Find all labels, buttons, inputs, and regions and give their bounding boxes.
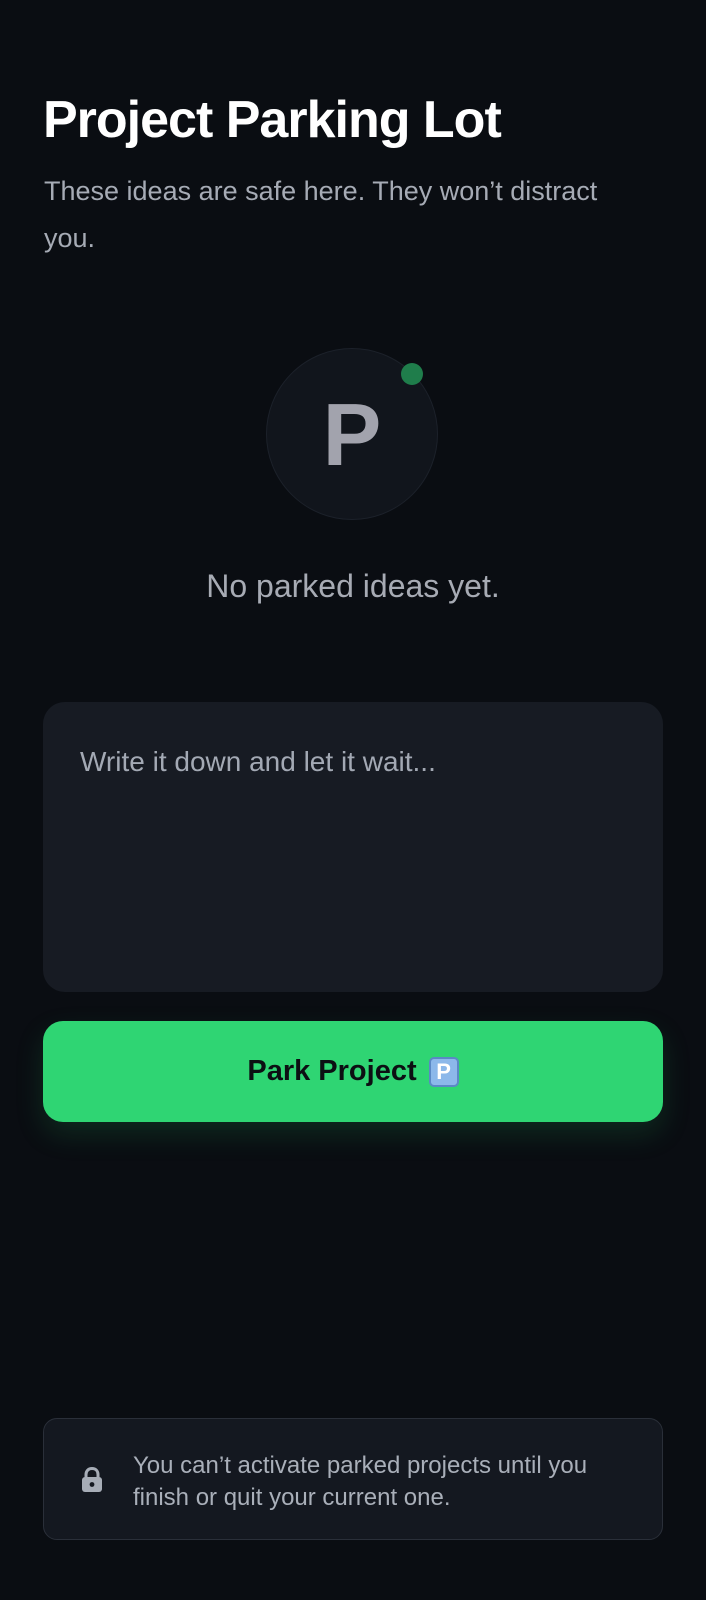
page-subtitle: These ideas are safe here. They won’t di… (44, 176, 598, 253)
notice-text: You can’t activate parked projects until… (133, 1452, 588, 1511)
parking-sign-icon: P (428, 1056, 459, 1087)
empty-state-message: No parked ideas yet. (206, 568, 500, 604)
project-parking-lot-screen: Project Parking Lot These ideas are safe… (0, 0, 706, 1600)
activation-notice: You can’t activate parked projects until… (43, 1418, 663, 1540)
page-title: Project Parking Lot (43, 91, 502, 149)
park-project-button[interactable]: Park Project P (43, 1021, 663, 1122)
park-project-label: Park Project (247, 1055, 417, 1087)
parking-letter-icon: P (322, 385, 382, 484)
lock-icon (82, 1467, 102, 1492)
idea-input[interactable] (43, 702, 663, 992)
empty-state-illustration: P (266, 348, 438, 520)
status-dot (401, 363, 423, 385)
